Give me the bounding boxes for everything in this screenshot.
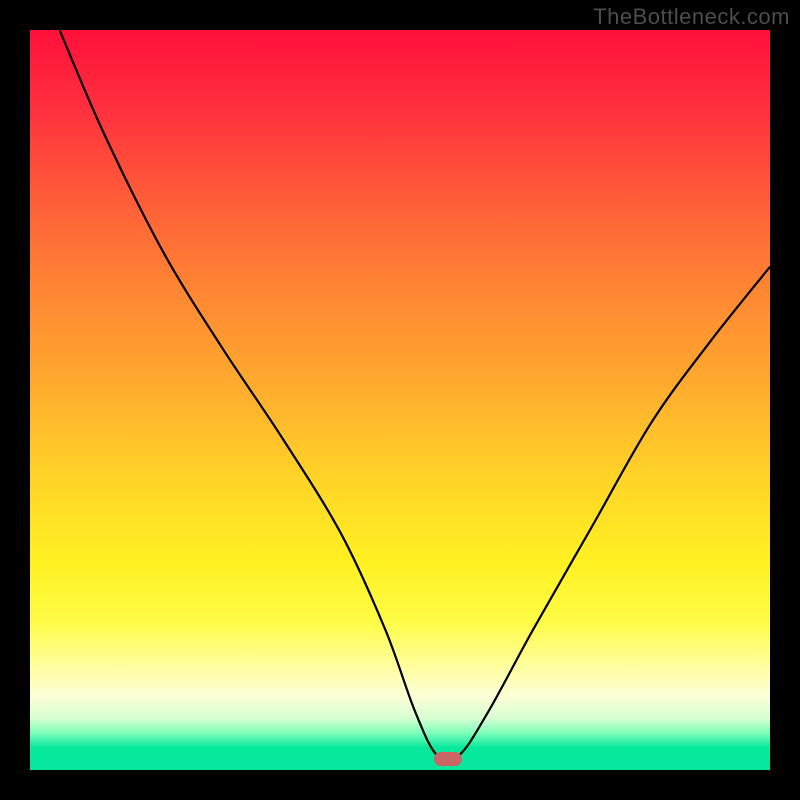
curve-svg [30, 30, 770, 770]
plot-area [30, 30, 770, 770]
chart-frame: TheBottleneck.com [0, 0, 800, 800]
watermark-text: TheBottleneck.com [593, 4, 790, 30]
bottleneck-curve [60, 30, 770, 761]
optimum-marker [434, 752, 462, 766]
